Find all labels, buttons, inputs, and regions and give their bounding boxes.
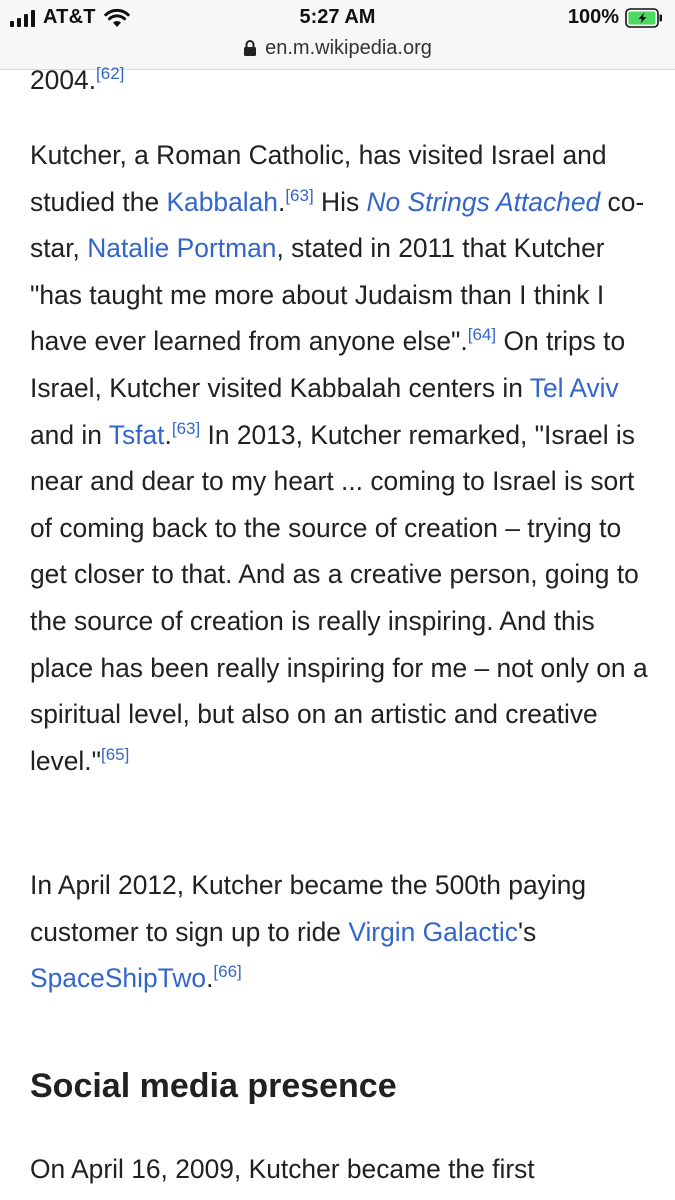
reference-63[interactable]: [63] (172, 419, 200, 438)
paragraph-fragment: 2004.[62] (30, 60, 124, 100)
battery-icon (625, 7, 662, 28)
address-bar[interactable]: en.m.wikipedia.org (0, 34, 675, 62)
paragraph-virgin-galactic: In April 2012, Kutcher became the 500th … (30, 862, 650, 1002)
link-spaceshiptwo[interactable]: SpaceShipTwo (30, 963, 206, 993)
url-text: en.m.wikipedia.org (265, 36, 432, 59)
link-tel-aviv[interactable]: Tel Aviv (530, 373, 619, 403)
paragraph-social-media: On April 16, 2009, Kutcher became the fi… (30, 1146, 650, 1193)
text-run: . (164, 419, 172, 450)
section-heading-social-media[interactable]: Social media presence (30, 1067, 397, 1106)
reference-64[interactable]: [64] (468, 326, 496, 345)
battery-percent: 100% (567, 6, 619, 28)
reference-65[interactable]: [65] (101, 745, 129, 764)
text-run: In 2013, Kutcher remarked, "Israel is ne… (30, 419, 648, 776)
link-natalie-portman[interactable]: Natalie Portman (87, 233, 276, 263)
fragment-text: 2004. (30, 65, 97, 95)
paragraph-religion: Kutcher, a Roman Catholic, has visited I… (30, 132, 650, 784)
text-run: 's (517, 916, 537, 947)
reference-63[interactable]: [63] (285, 186, 313, 205)
text-run: and in (30, 419, 109, 450)
text-run: On April 16, 2009, Kutcher became the fi… (30, 1154, 535, 1184)
reference-66[interactable]: [66] (213, 962, 241, 981)
link-no-strings-attached[interactable]: No Strings Attached (366, 187, 600, 217)
status-right: 100% (568, 6, 663, 29)
link-virgin-galactic[interactable]: Virgin Galactic (348, 917, 518, 947)
text-run: His (313, 186, 367, 217)
reference-62[interactable]: [62] (96, 64, 124, 83)
link-tsfat[interactable]: Tsfat (109, 420, 165, 450)
lock-icon (244, 40, 257, 56)
link-kabbalah[interactable]: Kabbalah (166, 187, 278, 217)
